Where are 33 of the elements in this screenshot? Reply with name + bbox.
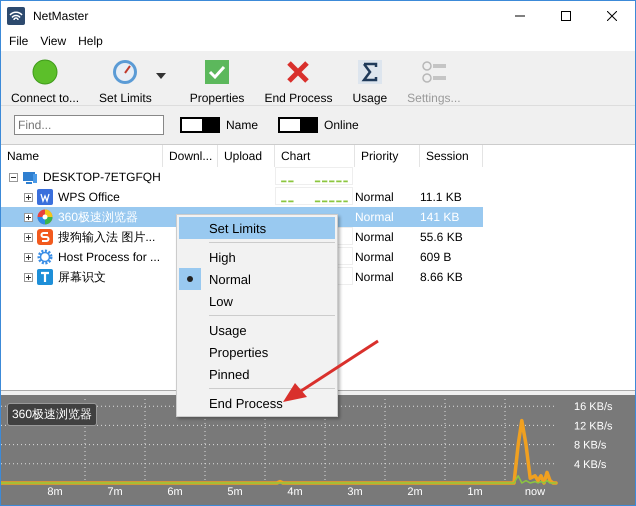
x-tick-label: 3m: [347, 486, 363, 497]
x-tick-label: 1m: [467, 486, 483, 497]
x-tick-label: 5m: [227, 486, 243, 497]
x-tick-label: 6m: [167, 486, 183, 497]
table-cell-text: Normal: [355, 270, 395, 284]
x-tick-label: 4m: [287, 486, 303, 497]
table-cell-text: Normal: [355, 210, 395, 224]
table-cell: WPS Office: [58, 190, 120, 204]
table-cell: DESKTOP-7ETGFQH: [43, 170, 161, 184]
table-cell: 搜狗输入法 图片...: [58, 228, 156, 246]
graph-caption: 360极速浏览器: [7, 403, 98, 426]
table-cell-text: 55.6 KB: [420, 230, 464, 244]
table-cell-text: Normal: [355, 190, 395, 204]
x-tick-label: 7m: [107, 486, 123, 497]
y-tick-label: 8 KB/s: [574, 440, 606, 452]
table-cell-text: 8.66 KB: [420, 270, 464, 284]
table-cell-text: 609 B: [420, 250, 452, 264]
toggle-label: Name: [226, 118, 258, 132]
table-cell: 屏幕识文: [58, 268, 106, 286]
table-cell-text: 11.1 KB: [420, 190, 463, 204]
y-tick-label: 12 KB/s: [574, 420, 613, 432]
window-title: NetMaster: [33, 9, 90, 23]
toggle-label: Online: [324, 118, 359, 132]
x-tick-label: 2m: [407, 486, 423, 497]
y-tick-label: 4 KB/s: [574, 458, 606, 471]
y-tick-label: 16 KB/s: [574, 401, 613, 414]
table-cell: Host Process for ...: [58, 250, 160, 264]
table-cell-text: Normal: [355, 230, 395, 244]
table-cell-text: Normal: [355, 250, 395, 264]
x-tick-label: 8m: [47, 486, 63, 497]
table-cell: 360极速浏览器: [58, 208, 138, 226]
x-tick-label: now: [524, 486, 546, 497]
table-cell-text: 141 KB: [420, 210, 460, 224]
